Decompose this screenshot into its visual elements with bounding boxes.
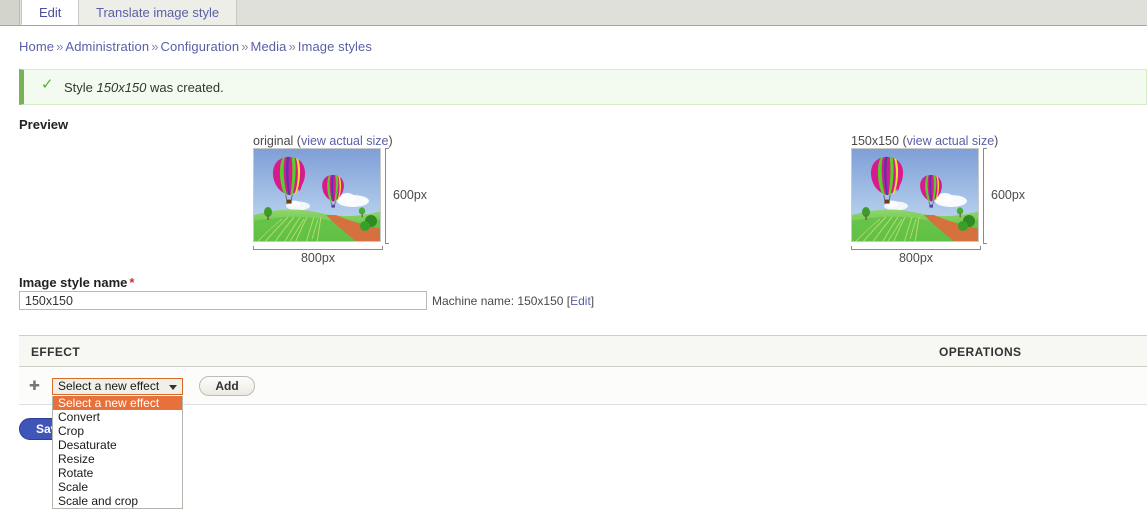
preview-derivative-height-bracket (983, 148, 987, 244)
status-suffix: was created. (146, 80, 224, 95)
required-marker: * (129, 275, 135, 290)
preview-derivative-width-bracket (851, 246, 981, 250)
preview-original-view-actual-size-link[interactable]: view actual size (301, 134, 389, 148)
dropdown-option-select-a-new-effect[interactable]: Select a new effect (53, 396, 182, 410)
breadcrumb: Home» Administration» Configuration» Media»… (19, 39, 372, 54)
status-message: ✓ Style 150x150 was created. (19, 69, 1147, 105)
dropdown-option-convert[interactable]: Convert (53, 410, 182, 424)
preview-original-width-label: 800px (300, 251, 336, 265)
status-prefix: Style (64, 80, 97, 95)
dropdown-option-rotate[interactable]: Rotate (53, 466, 182, 480)
image-style-name-label-text: Image style name (19, 275, 128, 290)
preview-derivative-name: 150x150 (851, 134, 899, 148)
column-header-operations: OPERATIONS (939, 345, 1022, 359)
chevron-down-icon (169, 385, 177, 390)
preview-heading: Preview (19, 117, 69, 132)
dropdown-option-scale-and-crop[interactable]: Scale and crop (53, 494, 182, 508)
machine-name-display: Machine name: 150x150 [Edit] (432, 294, 594, 308)
effects-table-row (19, 367, 1147, 405)
preview-derivative-image (851, 148, 979, 242)
machine-name-prefix: Machine name: (432, 294, 518, 308)
status-emphasis: 150x150 (96, 80, 147, 95)
tab-edit[interactable]: Edit (21, 0, 80, 25)
drag-move-icon[interactable]: ✚ (29, 379, 42, 392)
preview-derivative-width-label: 800px (898, 251, 934, 265)
breadcrumb-item-media[interactable]: Media (251, 39, 287, 54)
machine-name-edit-link[interactable]: Edit (570, 294, 591, 308)
breadcrumb-item-administration[interactable]: Administration (65, 39, 149, 54)
preview-original-height-label: 600px (393, 188, 428, 202)
add-effect-button-label: Add (215, 379, 239, 393)
preview-original-caption: original (view actual size) (253, 134, 393, 148)
preview-derivative-view-actual-size-link[interactable]: view actual size (907, 134, 995, 148)
preview-original-name: original (253, 134, 294, 148)
image-style-name-input[interactable] (19, 291, 427, 310)
machine-name-bracket-close: ] (590, 294, 595, 308)
balloon-landscape-illustration (254, 149, 380, 241)
breadcrumb-separator: » (151, 39, 159, 54)
new-effect-select-value: Select a new effect (58, 379, 160, 393)
breadcrumb-separator: » (56, 39, 64, 54)
balloon-landscape-illustration (852, 149, 978, 241)
new-effect-select[interactable]: Select a new effect (52, 378, 183, 395)
image-style-name-label: Image style name * (19, 275, 134, 290)
tab-edit-label: Edit (39, 5, 62, 20)
preview-original: original (view actual size) 600px 800px (253, 134, 433, 265)
breadcrumb-item-configuration[interactable]: Configuration (161, 39, 240, 54)
preview-derivative-height-label: 600px (991, 188, 1026, 202)
tab-translate-image-style-label: Translate image style (96, 5, 220, 20)
dropdown-option-scale[interactable]: Scale (53, 480, 182, 494)
dropdown-option-desaturate[interactable]: Desaturate (53, 438, 182, 452)
tab-bar-left-spacer (0, 0, 20, 25)
breadcrumb-item-home[interactable]: Home (19, 39, 54, 54)
machine-name-value: 150x150 (517, 294, 564, 308)
check-icon: ✓ (41, 76, 54, 93)
primary-tab-bar: Edit Translate image style (0, 0, 1147, 26)
breadcrumb-item-image-styles[interactable]: Image styles (298, 39, 372, 54)
dropdown-option-crop[interactable]: Crop (53, 424, 182, 438)
preview-original-image (253, 148, 381, 242)
preview-derivative-caption: 150x150 (view actual size) (851, 134, 999, 148)
new-effect-dropdown-list[interactable]: Select a new effect Convert Crop Desatur… (52, 396, 183, 509)
tab-translate-image-style[interactable]: Translate image style (78, 0, 238, 25)
breadcrumb-separator: » (288, 39, 296, 54)
status-message-text: Style 150x150 was created. (64, 80, 224, 95)
add-effect-button[interactable]: Add (199, 376, 255, 396)
dropdown-option-resize[interactable]: Resize (53, 452, 182, 466)
preview-original-height-bracket (385, 148, 389, 244)
effects-table-header: EFFECT OPERATIONS (19, 335, 1147, 367)
breadcrumb-separator: » (241, 39, 249, 54)
preview-original-width-bracket (253, 246, 383, 250)
column-header-effect: EFFECT (31, 345, 81, 359)
preview-derivative: 150x150 (view actual size) 600px 800px (851, 134, 1031, 265)
